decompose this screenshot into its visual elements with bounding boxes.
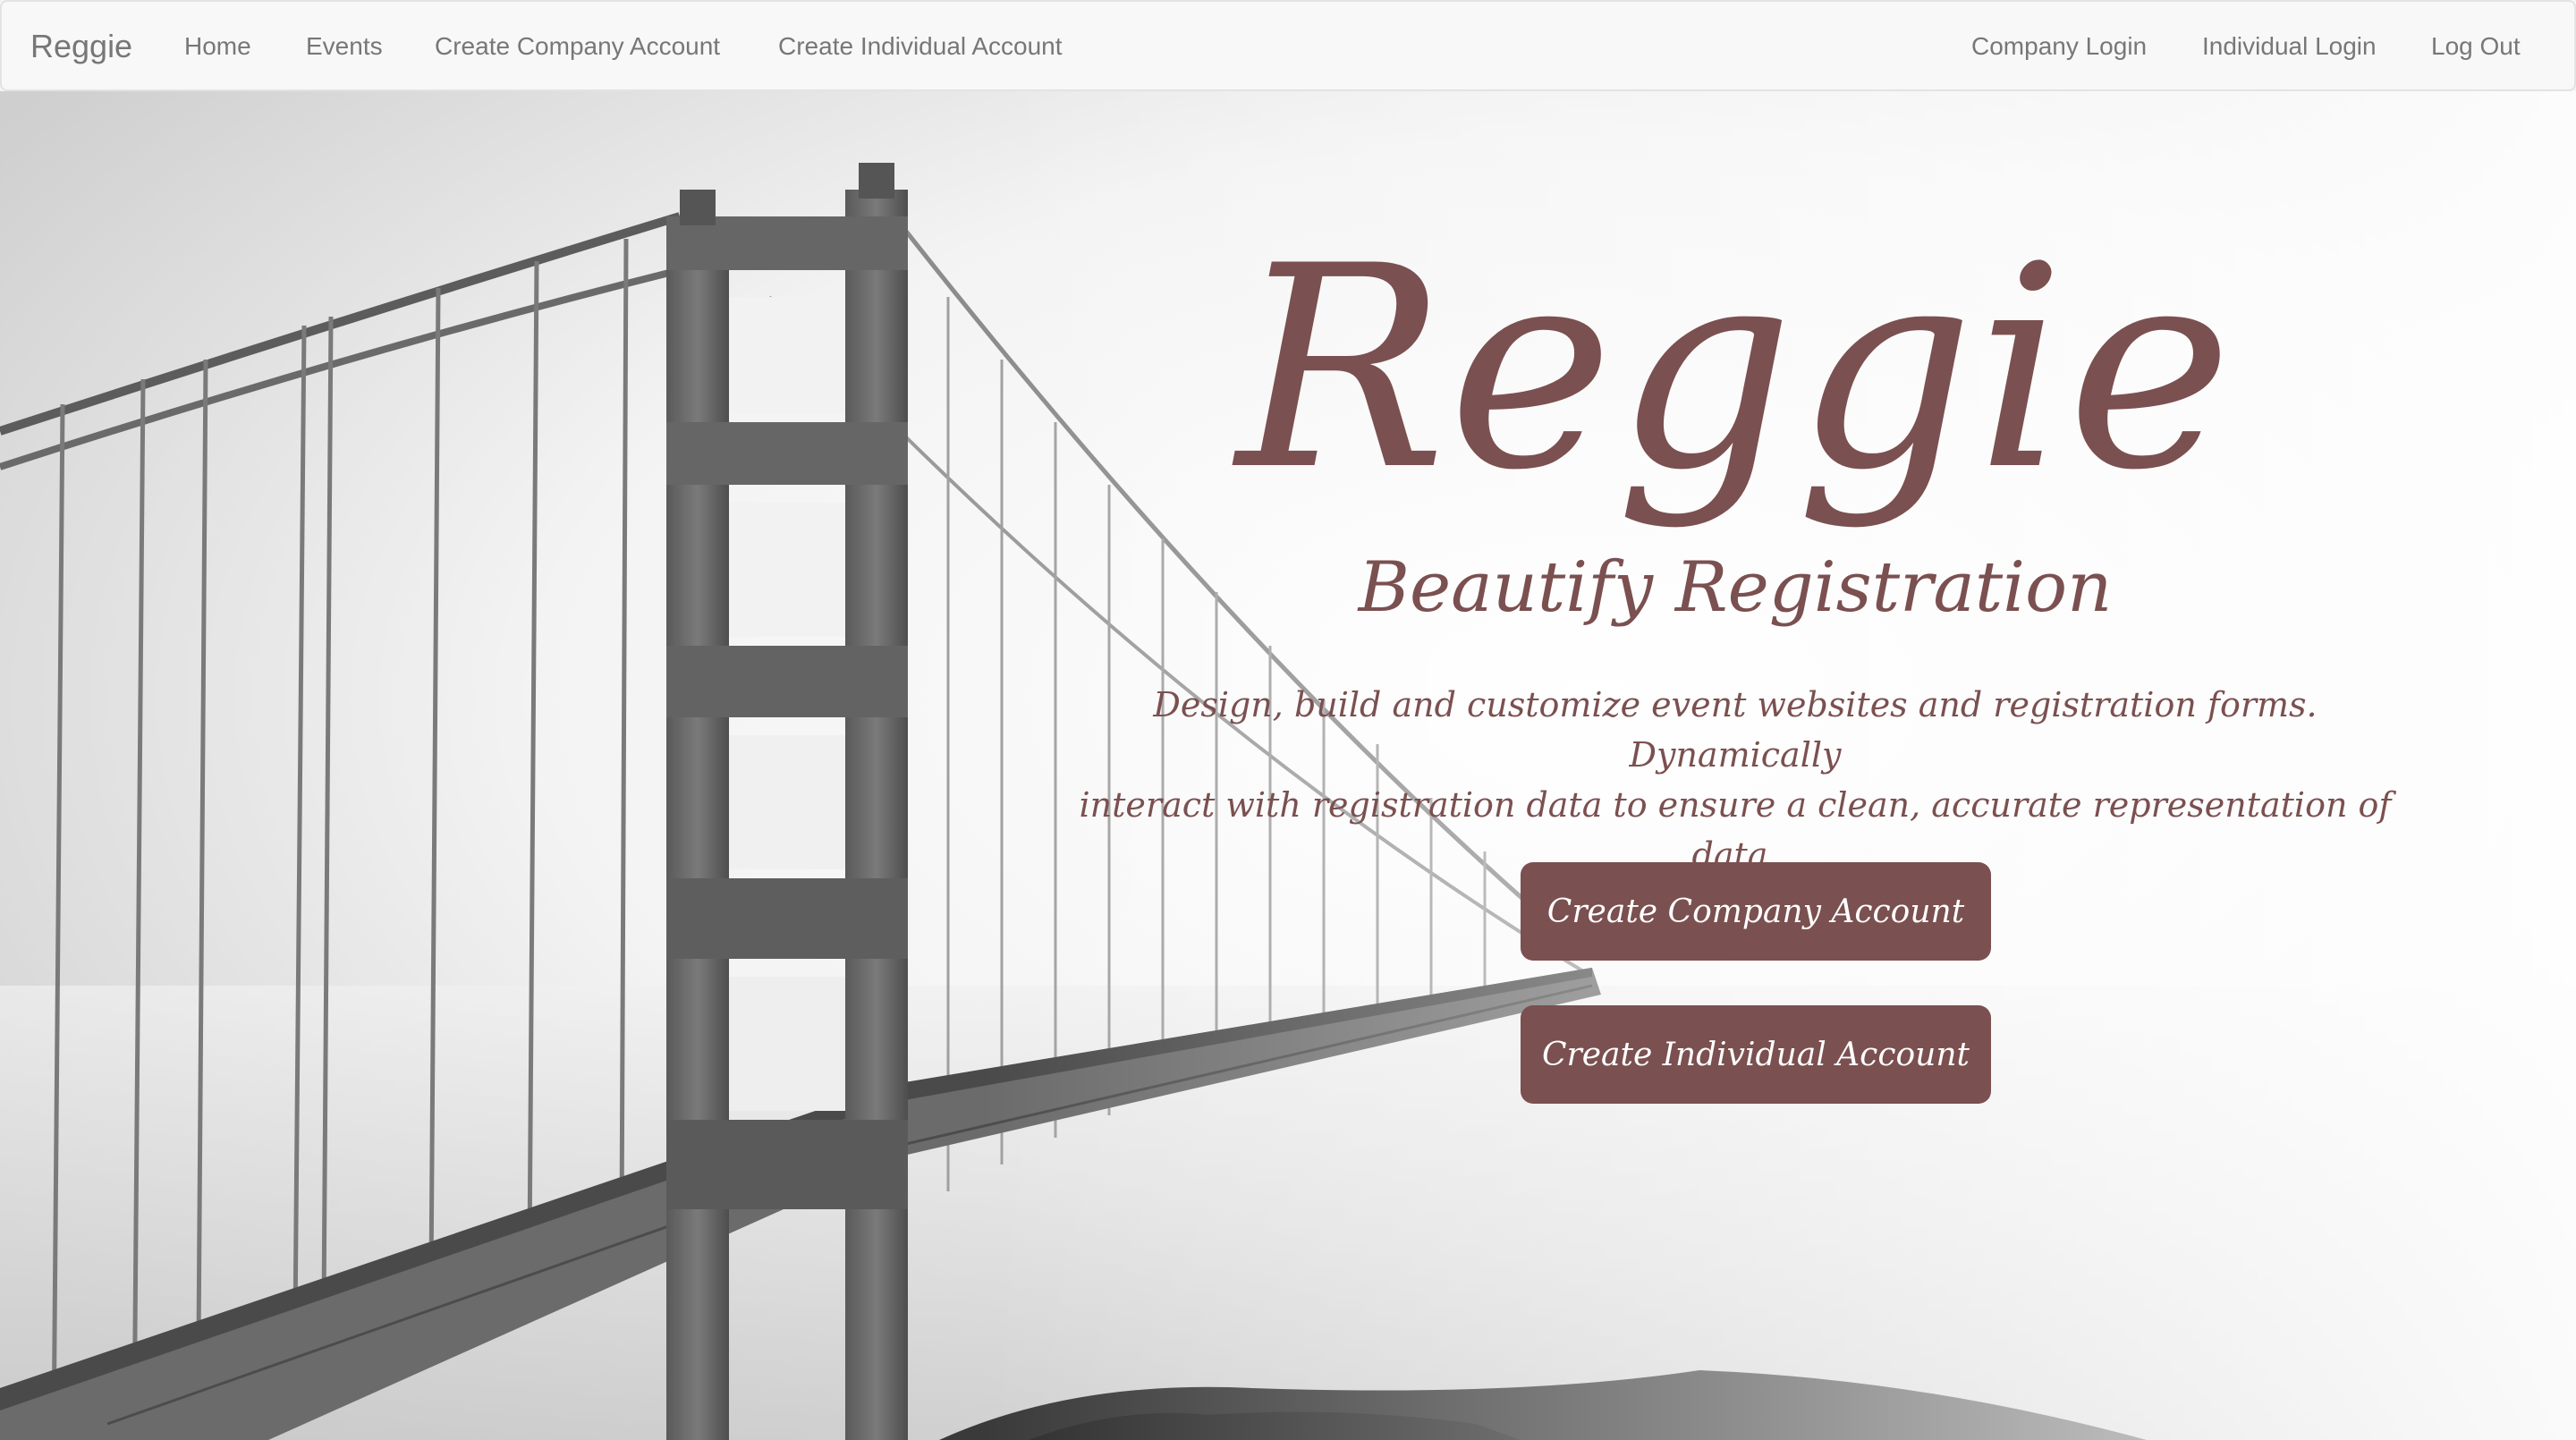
brand-link[interactable]: Reggie — [30, 23, 132, 70]
nav-link-company-login[interactable]: Company Login — [1971, 29, 2147, 64]
hero-description: Design, build and customize event websit… — [1055, 680, 2415, 880]
hero-title: Reggie — [1236, 206, 2234, 531]
create-company-account-button[interactable]: Create Company Account — [1521, 862, 1991, 961]
hero-section: Reggie Beautify Registration Design, bui… — [0, 91, 2576, 1440]
hero-description-line-1: Design, build and customize event websit… — [1153, 685, 2318, 775]
create-individual-account-button[interactable]: Create Individual Account — [1521, 1005, 1991, 1104]
nav-link-log-out[interactable]: Log Out — [2431, 29, 2521, 64]
nav-link-create-individual-account[interactable]: Create Individual Account — [778, 29, 1063, 64]
nav-link-create-company-account[interactable]: Create Company Account — [435, 29, 720, 64]
hero-description-line-2: interact with registration data to ensur… — [1079, 785, 2392, 875]
nav-link-home[interactable]: Home — [184, 29, 251, 64]
nav-link-events[interactable]: Events — [306, 29, 383, 64]
nav-link-individual-login[interactable]: Individual Login — [2202, 29, 2377, 64]
hero-subtitle: Beautify Registration — [1358, 547, 2113, 628]
top-navbar: Reggie Home Events Create Company Accoun… — [0, 0, 2576, 91]
